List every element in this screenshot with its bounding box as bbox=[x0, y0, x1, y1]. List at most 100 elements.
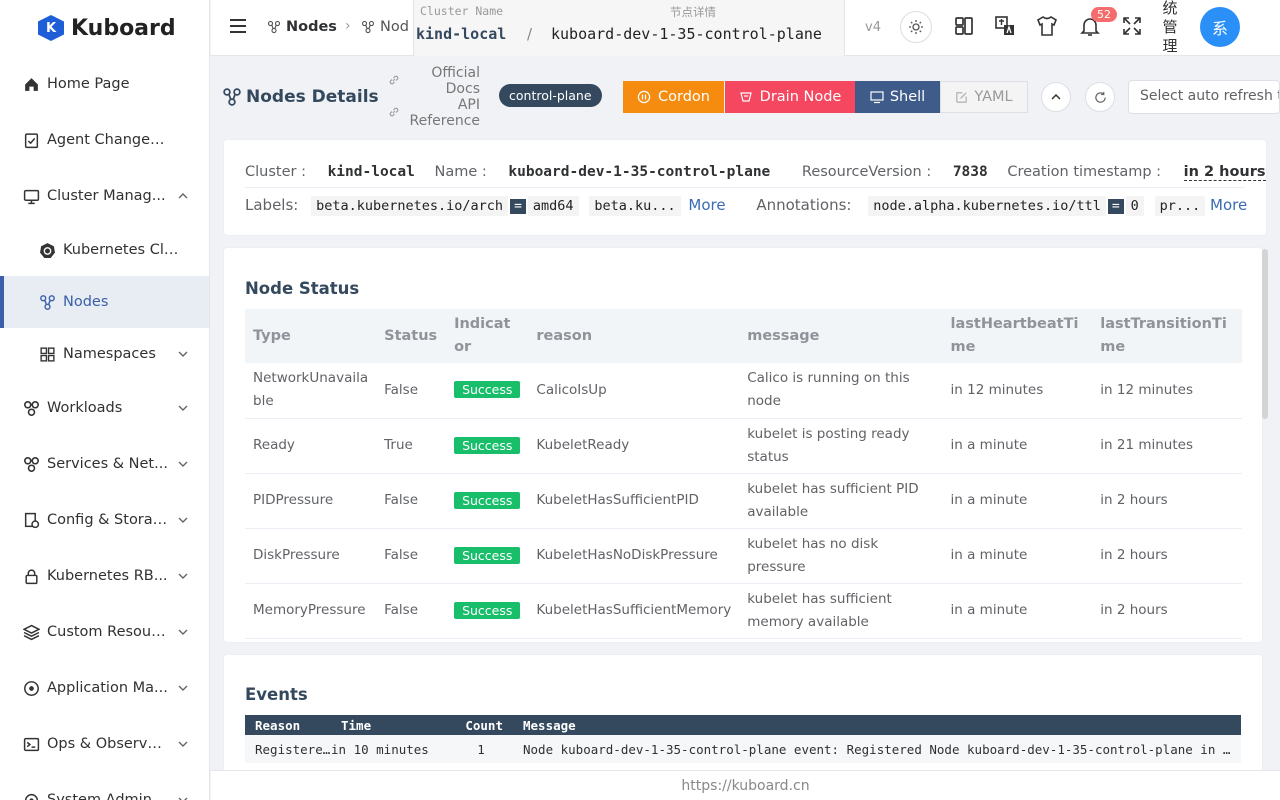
cluster-value: kind-local bbox=[327, 164, 415, 180]
annotation-key: node.alpha.kubernetes.io/ttl bbox=[868, 196, 1106, 216]
yaml-button[interactable]: YAML bbox=[940, 81, 1028, 113]
node-info-card: Cluster : kind-local Name : kuboard-dev-… bbox=[223, 139, 1267, 236]
column-header: message bbox=[739, 309, 943, 363]
kuboard-logo-icon: K bbox=[38, 15, 64, 41]
pause-icon bbox=[637, 90, 651, 104]
chevron-down-icon bbox=[178, 351, 188, 357]
column-header: reason bbox=[528, 309, 740, 363]
sidebar-item-config-storage[interactable]: Config & Storage bbox=[0, 492, 209, 548]
cluster-name-value[interactable]: kind-local bbox=[416, 25, 506, 43]
breadcrumb-node-detail[interactable]: Nod bbox=[361, 19, 409, 35]
sidebar-item-kubernetes-clusters[interactable]: Kubernetes Clu... bbox=[0, 224, 209, 276]
sidebar-item-cluster-management[interactable]: Cluster Manag... bbox=[0, 168, 209, 224]
docs-text-line2: Docs bbox=[445, 81, 480, 97]
refresh-icon bbox=[1094, 91, 1106, 103]
label-value: amd64 bbox=[527, 196, 579, 216]
creation-timestamp-value[interactable]: in 2 hours bbox=[1183, 164, 1266, 181]
column-header: Message bbox=[513, 715, 1241, 735]
sidebar-item-agent-change-plans[interactable]: Agent Change Plans bbox=[0, 112, 209, 168]
theme-toggle-button[interactable] bbox=[900, 11, 932, 43]
annotation-truncated: pr... bbox=[1154, 196, 1206, 216]
hamburger-menu-icon[interactable] bbox=[229, 18, 247, 34]
sidebar-item-system-administration[interactable]: System Admini... bbox=[0, 772, 209, 800]
sidebar-item-kubernetes-rbac[interactable]: Kubernetes RB... bbox=[0, 548, 209, 604]
node-status-card: Node Status Type Status Indicat or reaso… bbox=[223, 247, 1263, 643]
node-name-value: kuboard-dev-1-35-control-plane bbox=[551, 25, 822, 43]
condition-status: False bbox=[376, 583, 447, 639]
official-docs-link[interactable]: Official Docs bbox=[389, 65, 480, 97]
logo[interactable]: K Kuboard bbox=[0, 0, 209, 56]
tshirt-icon[interactable] bbox=[1035, 14, 1059, 38]
condition-type: Ready bbox=[245, 418, 377, 474]
translate-icon[interactable] bbox=[993, 14, 1017, 38]
sidebar-item-label: Namespaces bbox=[63, 346, 156, 362]
page-title: Nodes Details bbox=[222, 87, 379, 107]
layout-icon[interactable] bbox=[952, 14, 976, 38]
annotations-more-link[interactable]: More bbox=[1210, 196, 1247, 214]
resource-version-value: 7838 bbox=[952, 164, 988, 180]
apps-icon bbox=[22, 679, 40, 697]
event-count: 1 bbox=[477, 741, 485, 757]
event-time: in 10 minutes bbox=[331, 741, 429, 757]
breadcrumb-nodes[interactable]: Nodes bbox=[267, 19, 337, 35]
docs-text-line1: Official bbox=[431, 65, 480, 81]
condition-indicator: Success bbox=[446, 363, 529, 419]
table-row: DiskPressure False Success KubeletHasNoD… bbox=[245, 528, 1242, 584]
node-graph-icon bbox=[38, 293, 56, 311]
helm-wheel-icon bbox=[38, 241, 56, 259]
condition-transition: in 2 hours bbox=[1092, 528, 1242, 584]
grid-icon bbox=[38, 345, 56, 363]
chevron-down-icon bbox=[178, 629, 188, 635]
sidebar-item-label: Custom Resour... bbox=[47, 624, 169, 640]
home-icon bbox=[22, 75, 40, 93]
sidebar-item-label: Config & Storage bbox=[47, 512, 169, 528]
sun-icon bbox=[909, 20, 923, 34]
sidebar-item-label: Nodes bbox=[63, 294, 109, 310]
sidebar-item-namespaces[interactable]: Namespaces bbox=[0, 328, 209, 380]
sidebar-item-custom-resources[interactable]: Custom Resour... bbox=[0, 604, 209, 660]
chevron-down-icon bbox=[178, 405, 188, 411]
auto-refresh-select[interactable]: Select auto refresh t bbox=[1128, 80, 1280, 114]
footer-link[interactable]: https://kuboard.cn bbox=[681, 778, 809, 794]
condition-reason: KubeletHasSufficientMemory bbox=[528, 583, 740, 639]
chevron-down-icon bbox=[178, 461, 188, 467]
context-box: Cluster Name kind-local / 节点详情 kuboard-d… bbox=[413, 0, 845, 56]
network-icon bbox=[22, 455, 40, 473]
breadcrumb-label: Nod bbox=[380, 19, 409, 35]
yaml-label: YAML bbox=[974, 89, 1013, 105]
refresh-button[interactable] bbox=[1085, 82, 1115, 112]
column-header: Type bbox=[245, 309, 377, 363]
sidebar: K Kuboard Home Page Agent Change Plans C… bbox=[0, 0, 210, 800]
drain-node-button[interactable]: Drain Node bbox=[725, 81, 855, 113]
sidebar-item-application-management[interactable]: Application Ma... bbox=[0, 660, 209, 716]
api-reference-link[interactable]: API Reference bbox=[389, 97, 480, 129]
page-scrollbar[interactable] bbox=[1262, 249, 1268, 419]
cordon-button[interactable]: Cordon bbox=[623, 81, 724, 113]
fullscreen-icon[interactable] bbox=[1120, 14, 1144, 38]
sidebar-item-label: Workloads bbox=[47, 400, 123, 416]
sidebar-item-workloads[interactable]: Workloads bbox=[0, 380, 209, 436]
layers-icon bbox=[22, 623, 40, 641]
collapse-button[interactable] bbox=[1041, 82, 1071, 112]
node-graph-icon bbox=[361, 20, 375, 34]
user-avatar[interactable]: 系 bbox=[1200, 7, 1240, 47]
sidebar-item-label: Ops & Observa... bbox=[47, 736, 169, 752]
node-graph-icon bbox=[223, 88, 241, 106]
label-equals: = bbox=[510, 199, 526, 214]
success-badge: Success bbox=[454, 436, 521, 454]
condition-indicator: Success bbox=[446, 473, 529, 529]
drain-label: Drain Node bbox=[759, 89, 842, 105]
column-header: Time bbox=[331, 715, 449, 735]
system-admin-label[interactable]: 统管理 bbox=[1161, 0, 1179, 56]
sidebar-item-nodes[interactable]: Nodes bbox=[0, 276, 209, 328]
sidebar-item-ops-observability[interactable]: Ops & Observa... bbox=[0, 716, 209, 772]
checklist-icon bbox=[22, 131, 40, 149]
labels-more-link[interactable]: More bbox=[688, 196, 725, 214]
sidebar-item-home[interactable]: Home Page bbox=[0, 56, 209, 112]
sidebar-item-label: Kubernetes Clu... bbox=[63, 242, 185, 258]
table-row: Ready True Success KubeletReady kubelet … bbox=[245, 418, 1242, 474]
creation-timestamp-label: Creation timestamp : bbox=[1007, 164, 1162, 180]
sidebar-item-services-networking[interactable]: Services & Net... bbox=[0, 436, 209, 492]
info-divider bbox=[245, 187, 1245, 188]
shell-button[interactable]: Shell bbox=[855, 81, 940, 113]
